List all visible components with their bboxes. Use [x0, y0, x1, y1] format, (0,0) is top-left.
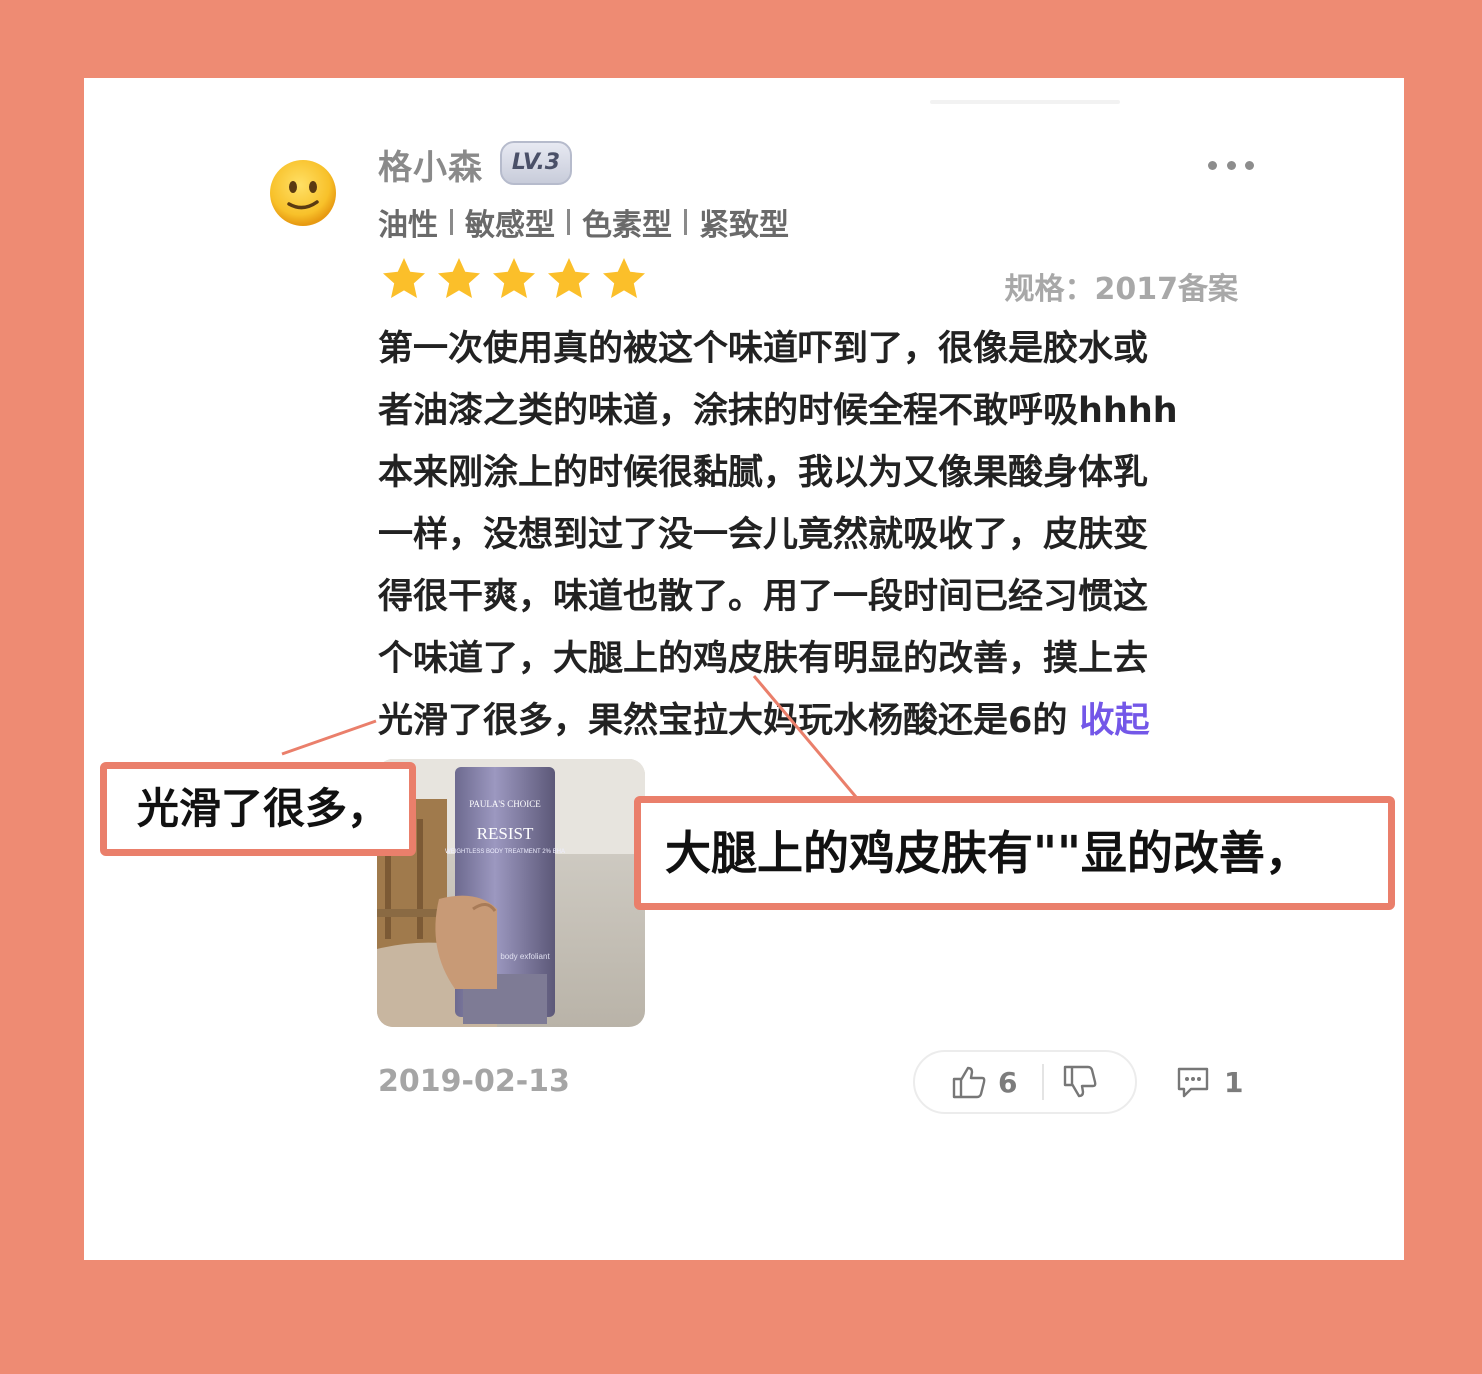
- review-line: 第一次使用真的被这个味道吓到了，很像是胶水或: [378, 329, 1149, 369]
- more-dots-icon[interactable]: [1206, 148, 1256, 182]
- review-line: 得很干爽，味道也散了。用了一段时间已经习惯这: [378, 577, 1149, 617]
- comment-bubble-icon[interactable]: [1175, 1064, 1211, 1100]
- star-rating: [380, 255, 655, 303]
- product-spec: 规格：2017备案: [1004, 272, 1239, 307]
- skin-tag: 色素型: [582, 208, 672, 243]
- scroll-indicator: [930, 100, 1120, 104]
- thumbs-down-icon[interactable]: [1062, 1064, 1098, 1100]
- review-photo[interactable]: PAULA'S CHOICE RESIST WEIGHTLESS BODY TR…: [377, 759, 645, 1027]
- photo-product: RESIST: [477, 824, 534, 843]
- photo-brand: PAULA'S CHOICE: [469, 799, 541, 809]
- collapse-link[interactable]: 收起: [1080, 701, 1150, 741]
- review-line: 者油漆之类的味道，涂抹的时候全程不敢呼吸hhhh: [378, 391, 1178, 431]
- tag-separator: [567, 209, 570, 235]
- vote-pill: [913, 1050, 1137, 1114]
- vote-divider: [1042, 1064, 1044, 1100]
- highlight-callout-left: 光滑了很多，: [100, 762, 416, 856]
- skin-tag: 油性: [378, 208, 438, 243]
- dot: [1245, 160, 1254, 170]
- photo-footer: body exfoliant: [500, 952, 550, 961]
- highlight-callout-right: 大腿上的鸡皮肤有""显的改善，: [634, 796, 1395, 910]
- review-line: 本来刚涂上的时候很黏腻，我以为又像果酸身体乳: [378, 453, 1149, 493]
- skin-tag: 紧致型: [699, 208, 789, 243]
- star-icon: [438, 258, 480, 298]
- photo-subtext: WEIGHTLESS BODY TREATMENT 2% BHA: [445, 849, 565, 855]
- review-line: 一样，没想到过了没一会儿竟然就吸收了，皮肤变: [378, 515, 1149, 555]
- star-icon: [383, 258, 425, 298]
- review-line: 个味道了，大腿上的鸡皮肤有明显的改善，摸上去: [378, 639, 1149, 679]
- star-icon: [493, 258, 535, 298]
- review-line: 光滑了很多，果然宝拉大妈玩水杨酸还是6的: [378, 701, 1080, 741]
- tag-separator: [684, 209, 687, 235]
- username[interactable]: 格小森: [378, 140, 483, 189]
- star-icon: [548, 258, 590, 298]
- review-date: 2019-02-13: [378, 1064, 570, 1099]
- comment-count: 1: [1224, 1066, 1244, 1099]
- level-badge: LV.3: [500, 141, 572, 185]
- skin-tag: 敏感型: [465, 208, 555, 243]
- tag-separator: [450, 209, 453, 235]
- review-text: 第一次使用真的被这个味道吓到了，很像是胶水或 者油漆之类的味道，涂抹的时候全程不…: [378, 318, 1258, 752]
- like-count: 6: [998, 1066, 1018, 1099]
- dot: [1208, 160, 1217, 170]
- avatar[interactable]: [268, 158, 338, 228]
- dot: [1226, 160, 1236, 170]
- thumbs-up-icon[interactable]: [951, 1064, 987, 1100]
- skin-type-tags: 油性 敏感型 色素型 紧致型: [378, 200, 789, 244]
- star-icon: [603, 258, 645, 298]
